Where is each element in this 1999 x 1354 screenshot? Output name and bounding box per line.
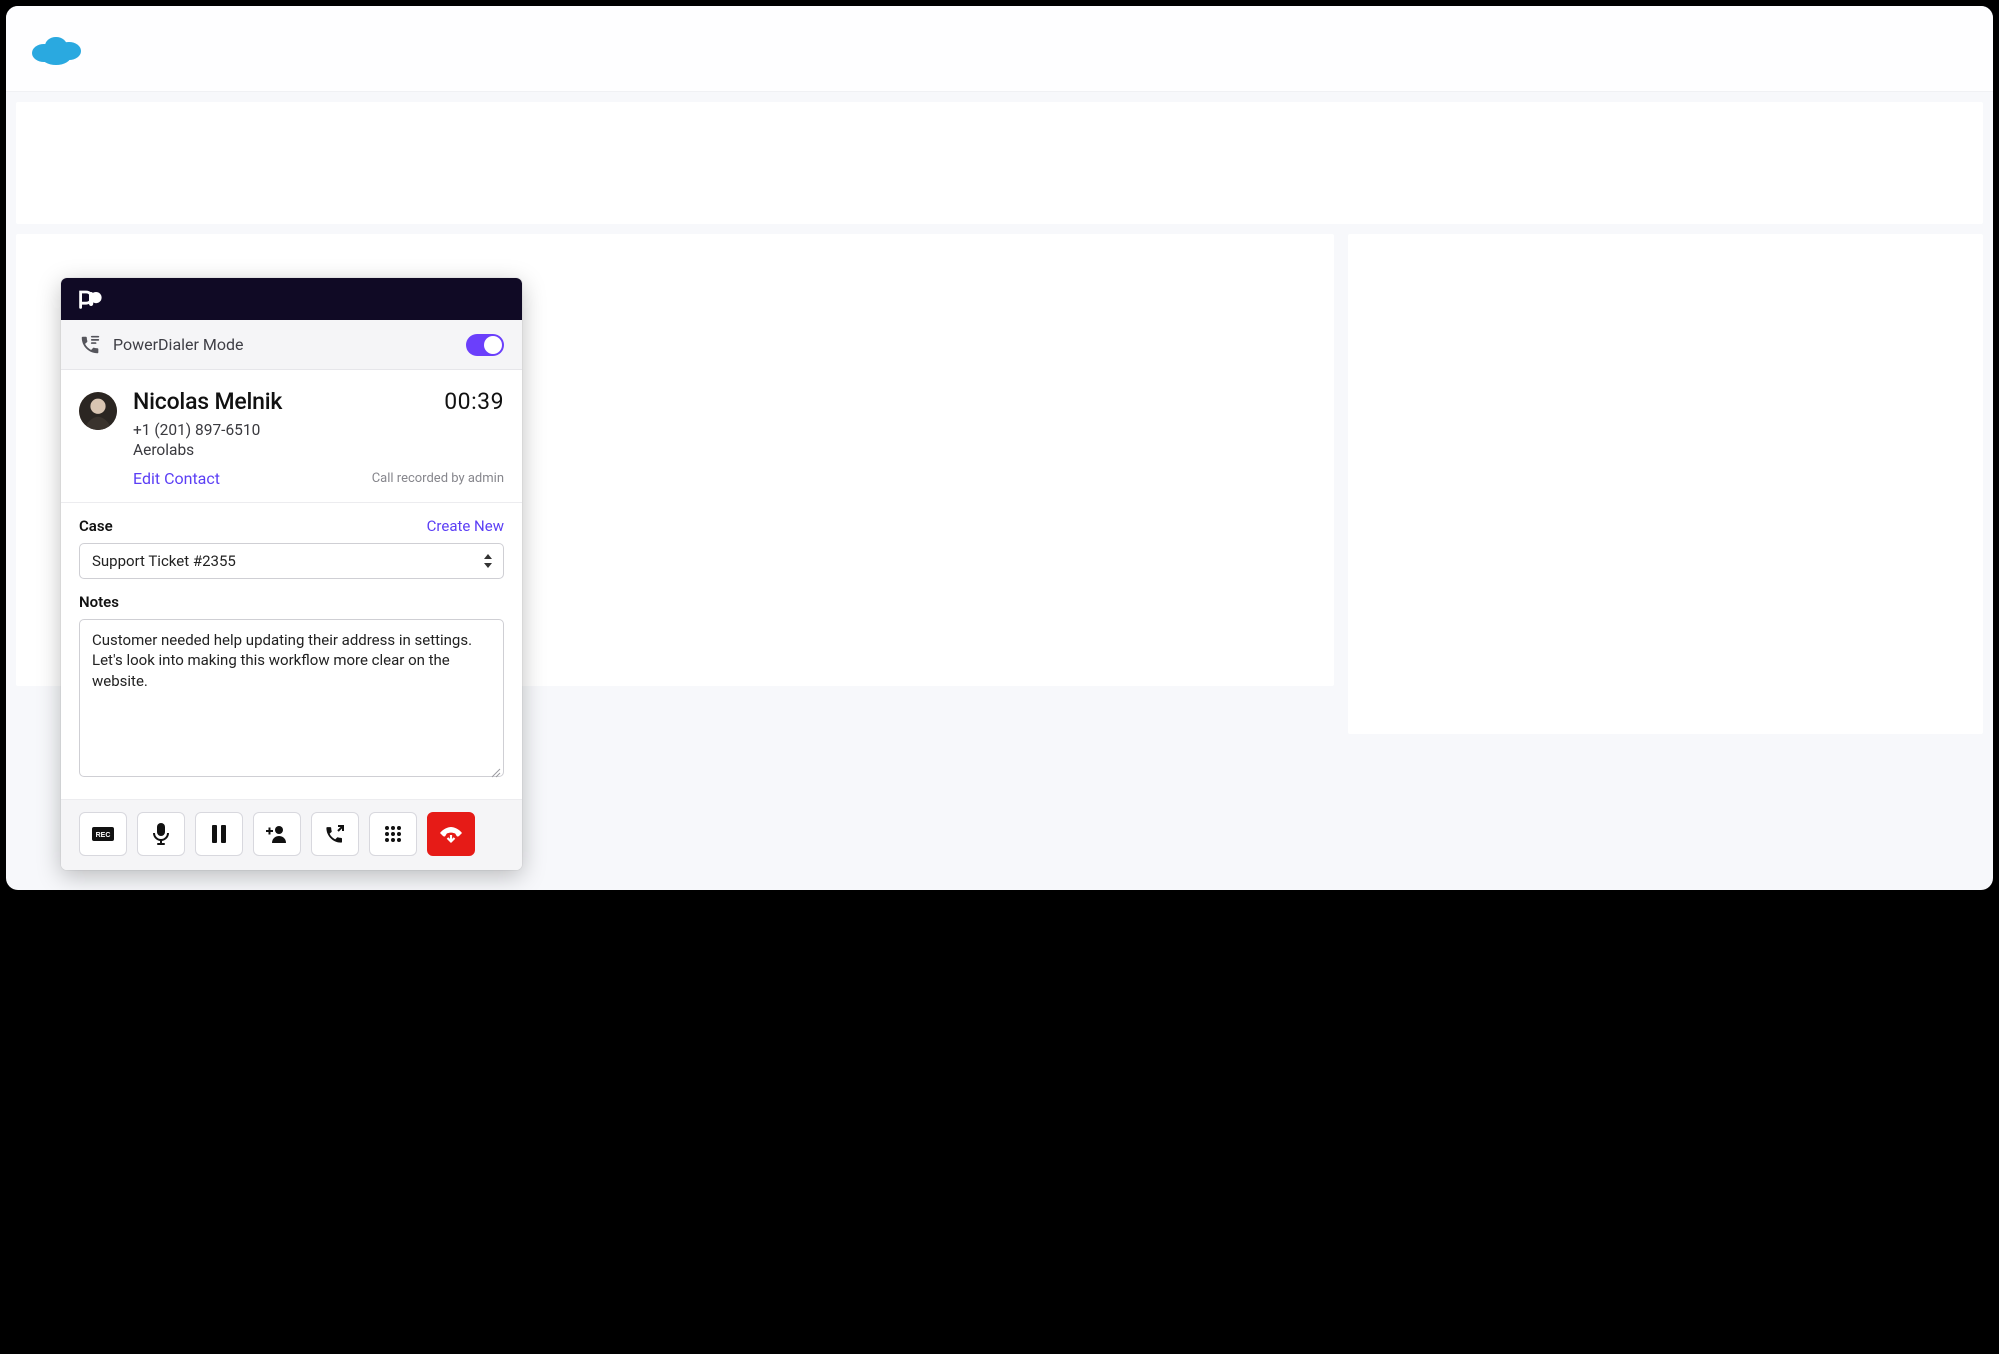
- contact-company: Aerolabs: [133, 441, 504, 459]
- toggle-knob: [484, 336, 502, 354]
- mute-button[interactable]: [137, 812, 185, 856]
- call-action-bar: REC: [61, 799, 522, 870]
- dialer-header: [61, 278, 522, 320]
- recorded-by-text: Call recorded by admin: [372, 471, 504, 486]
- hero-placeholder-card: [16, 102, 1983, 224]
- dialpad-logo-icon: [75, 289, 103, 309]
- notes-label: Notes: [79, 593, 119, 611]
- edit-contact-link[interactable]: Edit Contact: [133, 469, 220, 488]
- case-selected-value: Support Ticket #2355: [92, 552, 236, 570]
- phone-list-icon: [79, 334, 101, 356]
- transfer-button[interactable]: [311, 812, 359, 856]
- right-panel-placeholder: [1348, 234, 1983, 734]
- top-header: [6, 6, 1993, 92]
- app-frame: PowerDialer Mode Nicolas Melnik 00:3: [6, 6, 1993, 890]
- case-select[interactable]: Support Ticket #2355: [79, 543, 504, 579]
- create-new-link[interactable]: Create New: [427, 517, 504, 535]
- avatar: [79, 392, 117, 430]
- hangup-button[interactable]: [427, 812, 475, 856]
- form-block: Case Create New Support Ticket #2355 Not…: [61, 503, 522, 799]
- dialer-widget: PowerDialer Mode Nicolas Melnik 00:3: [61, 278, 522, 870]
- dialpad-button[interactable]: [369, 812, 417, 856]
- powerdialer-toggle[interactable]: [466, 334, 504, 356]
- add-caller-button[interactable]: [253, 812, 301, 856]
- select-caret-icon: [483, 554, 493, 568]
- contact-name: Nicolas Melnik: [133, 388, 282, 415]
- hold-button[interactable]: [195, 812, 243, 856]
- salesforce-cloud-icon: [26, 28, 86, 70]
- case-label: Case: [79, 517, 113, 535]
- mode-label: PowerDialer Mode: [113, 335, 454, 354]
- notes-input[interactable]: [79, 619, 504, 777]
- svg-text:REC: REC: [96, 832, 111, 839]
- call-timer: 00:39: [444, 388, 504, 415]
- contact-block: Nicolas Melnik 00:39 +1 (201) 897-6510 A…: [61, 370, 522, 503]
- mode-bar: PowerDialer Mode: [61, 320, 522, 370]
- record-button[interactable]: REC: [79, 812, 127, 856]
- contact-phone: +1 (201) 897-6510: [133, 421, 504, 439]
